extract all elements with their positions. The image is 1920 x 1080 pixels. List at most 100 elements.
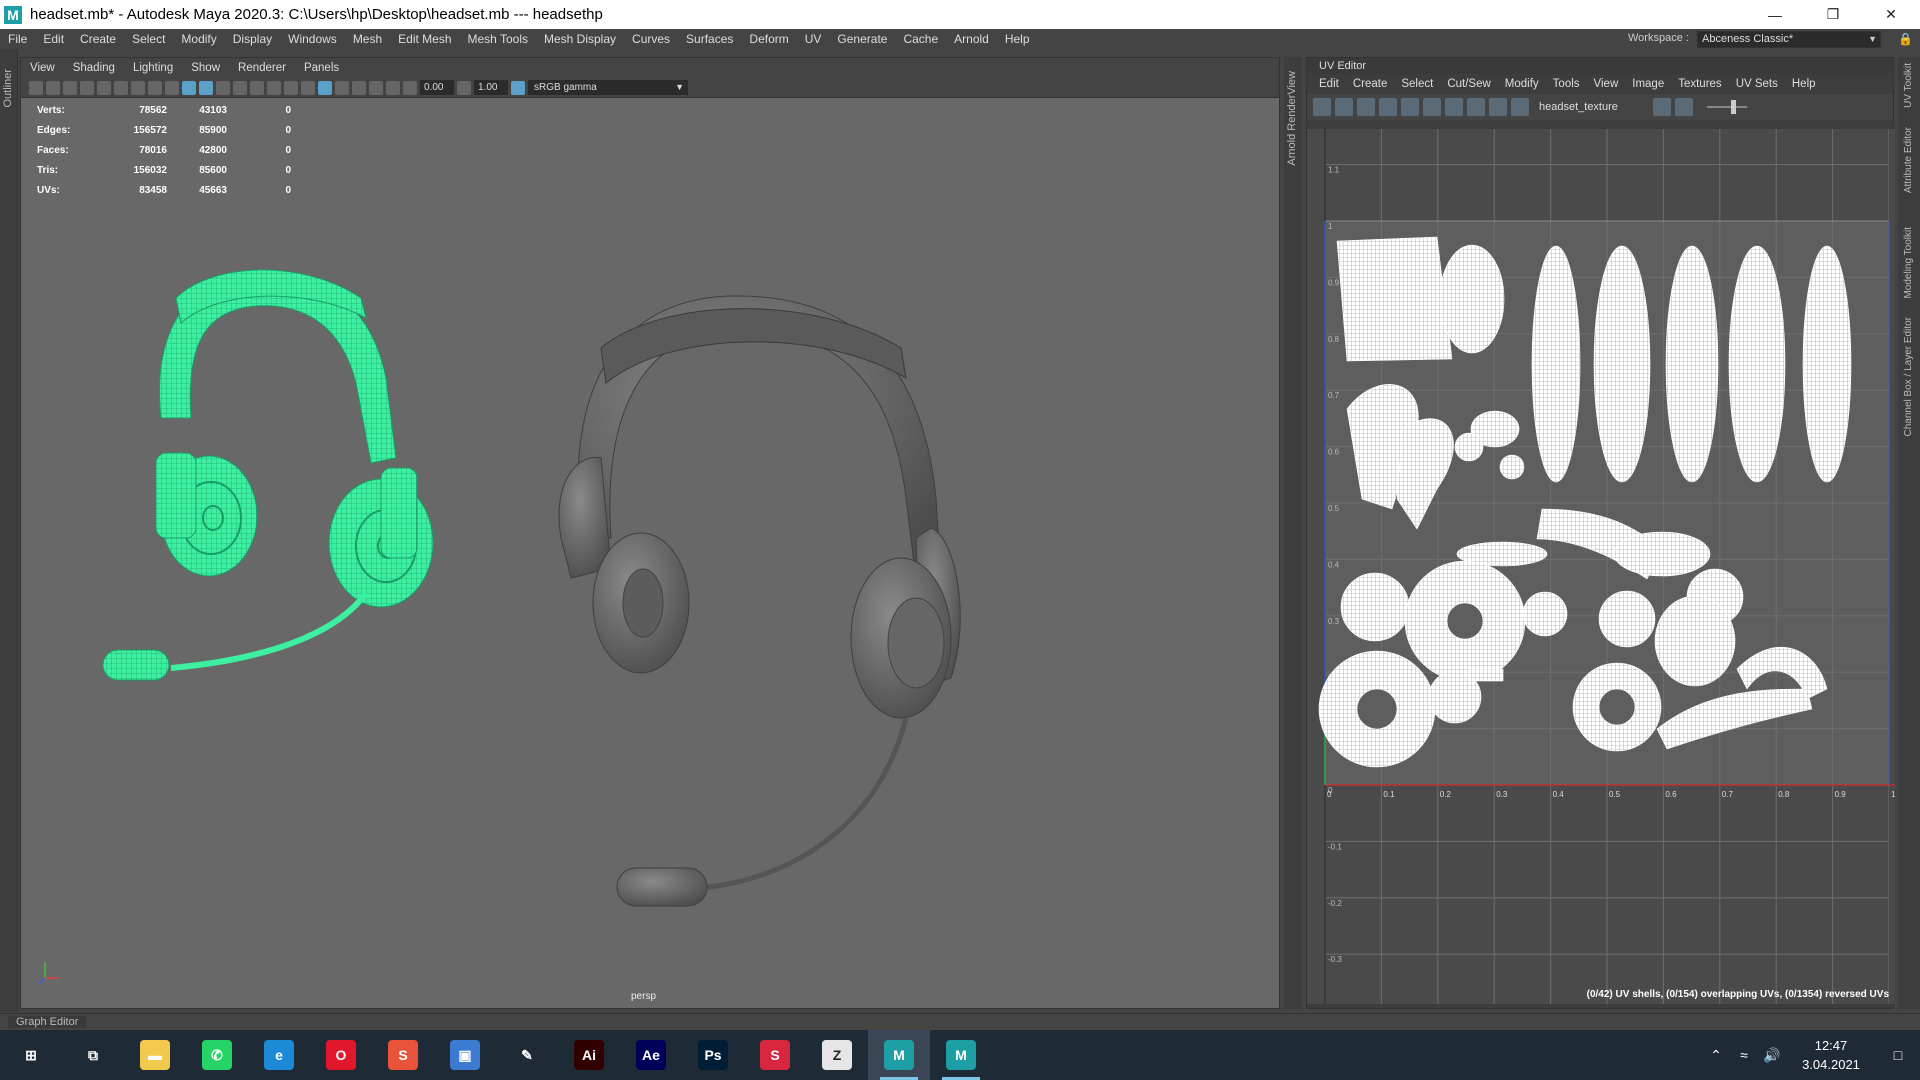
taskbar-app[interactable]: O: [310, 1030, 372, 1080]
menu-generate[interactable]: Generate: [829, 32, 895, 46]
shadows-icon[interactable]: [267, 80, 281, 95]
menu-windows[interactable]: Windows: [280, 32, 345, 46]
menu-mesh-tools[interactable]: Mesh Tools: [460, 32, 536, 46]
isolate-select-icon[interactable]: [352, 80, 366, 95]
menu-mesh[interactable]: Mesh: [345, 32, 390, 46]
menu-surfaces[interactable]: Surfaces: [678, 32, 741, 46]
dock-tab-attribute-editor[interactable]: Attribute Editor: [1903, 127, 1914, 193]
viewport-menu-show[interactable]: Show: [182, 62, 229, 74]
viewport-3d-canvas[interactable]: [21, 98, 1279, 1008]
uv-grid-svg[interactable]: 1.1 1 0.9 0.8 0.7 0.6 0.5 0.4 0.3 0.2 0.1 0 -0.1 -0.2…: [1307, 129, 1895, 1004]
uv-menu-modify[interactable]: Modify: [1499, 78, 1547, 90]
uv-editor-panel[interactable]: UV Editor Edit Create Select Cut/Sew Modify T…: [1306, 57, 1895, 1009]
taskbar-app[interactable]: M: [930, 1030, 992, 1080]
viewport-menu-shading[interactable]: Shading: [64, 62, 124, 74]
wireframe-headset-model[interactable]: [102, 269, 434, 681]
uv-filter-icon[interactable]: [1445, 98, 1463, 116]
uv-menu-textures[interactable]: Textures: [1672, 78, 1729, 90]
uv-menu-help[interactable]: Help: [1786, 78, 1824, 90]
menu-help[interactable]: Help: [997, 32, 1038, 46]
shaded-headset-model[interactable]: [558, 295, 961, 907]
uv-menu-tools[interactable]: Tools: [1547, 78, 1588, 90]
taskbar-app[interactable]: Ae: [620, 1030, 682, 1080]
uv-canvas[interactable]: 1.1 1 0.9 0.8 0.7 0.6 0.5 0.4 0.3 0.2 0.1 0 -0.1 -0.2…: [1307, 129, 1895, 1004]
xray-icon[interactable]: [369, 80, 383, 95]
uv-shaded-icon[interactable]: [1357, 98, 1375, 116]
depth-of-field-icon[interactable]: [335, 80, 349, 95]
taskbar-app[interactable]: ✆: [186, 1030, 248, 1080]
clock[interactable]: 12:47 3.04.2021: [1786, 1036, 1876, 1074]
taskbar-app[interactable]: e: [248, 1030, 310, 1080]
uv-dim-slider[interactable]: [1707, 100, 1747, 114]
menu-edit-mesh[interactable]: Edit Mesh: [390, 32, 459, 46]
dock-tab-uv-toolkit[interactable]: UV Toolkit: [1903, 63, 1914, 108]
smooth-shade-icon[interactable]: [199, 80, 213, 95]
taskbar-app[interactable]: M: [868, 1030, 930, 1080]
grid-icon[interactable]: [97, 80, 111, 95]
uv-menu-view[interactable]: View: [1588, 78, 1627, 90]
workspace-select[interactable]: Abceness Classic* ▼: [1697, 31, 1881, 48]
volume-icon[interactable]: 🔊: [1758, 1047, 1786, 1064]
viewport-menu-panels[interactable]: Panels: [295, 62, 348, 74]
menu-modify[interactable]: Modify: [173, 32, 224, 46]
menu-select[interactable]: Select: [124, 32, 173, 46]
taskbar-app[interactable]: Z: [806, 1030, 868, 1080]
field-chart-icon[interactable]: [165, 80, 179, 95]
uv-grid-icon[interactable]: [1313, 98, 1331, 116]
exposure-field[interactable]: 0.00: [420, 80, 454, 95]
anti-alias-icon[interactable]: [318, 80, 332, 95]
camera-select-icon[interactable]: [29, 80, 43, 95]
uv-image-display-icon[interactable]: [1489, 98, 1507, 116]
close-icon[interactable]: ✕: [1862, 0, 1920, 29]
maya-app-icon[interactable]: M: [4, 5, 22, 24]
uv-checker-icon[interactable]: [1423, 98, 1441, 116]
taskbar-app[interactable]: ⧉: [62, 1030, 124, 1080]
lock-icon[interactable]: 🔒: [1898, 32, 1913, 46]
uv-menu-image[interactable]: Image: [1626, 78, 1672, 90]
screen-space-ao-icon[interactable]: [284, 80, 298, 95]
uv-menu-select[interactable]: Select: [1395, 78, 1441, 90]
menu-display[interactable]: Display: [225, 32, 280, 46]
menu-create[interactable]: Create: [72, 32, 124, 46]
wireframe-on-shaded-icon[interactable]: [216, 80, 230, 95]
uv-distortion-icon[interactable]: [1379, 98, 1397, 116]
xray-joints-icon[interactable]: [386, 80, 400, 95]
taskbar-app[interactable]: ✎: [496, 1030, 558, 1080]
viewport-menu-lighting[interactable]: Lighting: [124, 62, 182, 74]
gate-mask-icon[interactable]: [148, 80, 162, 95]
taskbar-app[interactable]: Ps: [682, 1030, 744, 1080]
graph-editor-tab[interactable]: Graph Editor: [8, 1016, 87, 1028]
color-management-icon[interactable]: [511, 80, 525, 95]
menu-curves[interactable]: Curves: [624, 32, 678, 46]
chevron-up-icon[interactable]: ⌃: [1702, 1047, 1730, 1064]
uv-snapshot-icon[interactable]: [1467, 98, 1485, 116]
gamma-icon[interactable]: [457, 80, 471, 95]
outliner-strip[interactable]: Outliner: [0, 49, 18, 1012]
arnold-renderview-tab[interactable]: Arnold RenderView: [1286, 71, 1298, 166]
texture-select[interactable]: headset_texture: [1539, 101, 1649, 113]
exposure-icon[interactable]: [403, 80, 417, 95]
uv-snap-icon[interactable]: [1335, 98, 1353, 116]
notifications-icon[interactable]: □: [1876, 1047, 1920, 1063]
resolution-gate-icon[interactable]: [131, 80, 145, 95]
wifi-icon[interactable]: ≈: [1730, 1047, 1758, 1063]
bookmark-icon[interactable]: [63, 80, 77, 95]
viewport-panel[interactable]: View Shading Lighting Show Renderer Panels 0.…: [20, 57, 1280, 1009]
taskbar-app[interactable]: ▬: [124, 1030, 186, 1080]
gamma-field[interactable]: 1.00: [474, 80, 508, 95]
textured-icon[interactable]: [233, 80, 247, 95]
uv-menu-uv-sets[interactable]: UV Sets: [1730, 78, 1786, 90]
viewport-menu-renderer[interactable]: Renderer: [229, 62, 295, 74]
slider-knob[interactable]: [1731, 100, 1736, 114]
menu-edit[interactable]: Edit: [35, 32, 72, 46]
uv-exposure-icon[interactable]: [1675, 98, 1693, 116]
menu-cache[interactable]: Cache: [895, 32, 946, 46]
uv-menu-edit[interactable]: Edit: [1313, 78, 1347, 90]
arnold-renderview-strip[interactable]: Arnold RenderView: [1284, 57, 1302, 1009]
taskbar-app[interactable]: S: [372, 1030, 434, 1080]
dock-tab-channel-box-layer-editor[interactable]: Channel Box / Layer Editor: [1903, 317, 1914, 437]
viewport-menu-view[interactable]: View: [21, 62, 64, 74]
restore-icon[interactable]: ❐: [1804, 0, 1862, 29]
uv-menu-create[interactable]: Create: [1347, 78, 1396, 90]
menu-file[interactable]: File: [0, 32, 35, 46]
